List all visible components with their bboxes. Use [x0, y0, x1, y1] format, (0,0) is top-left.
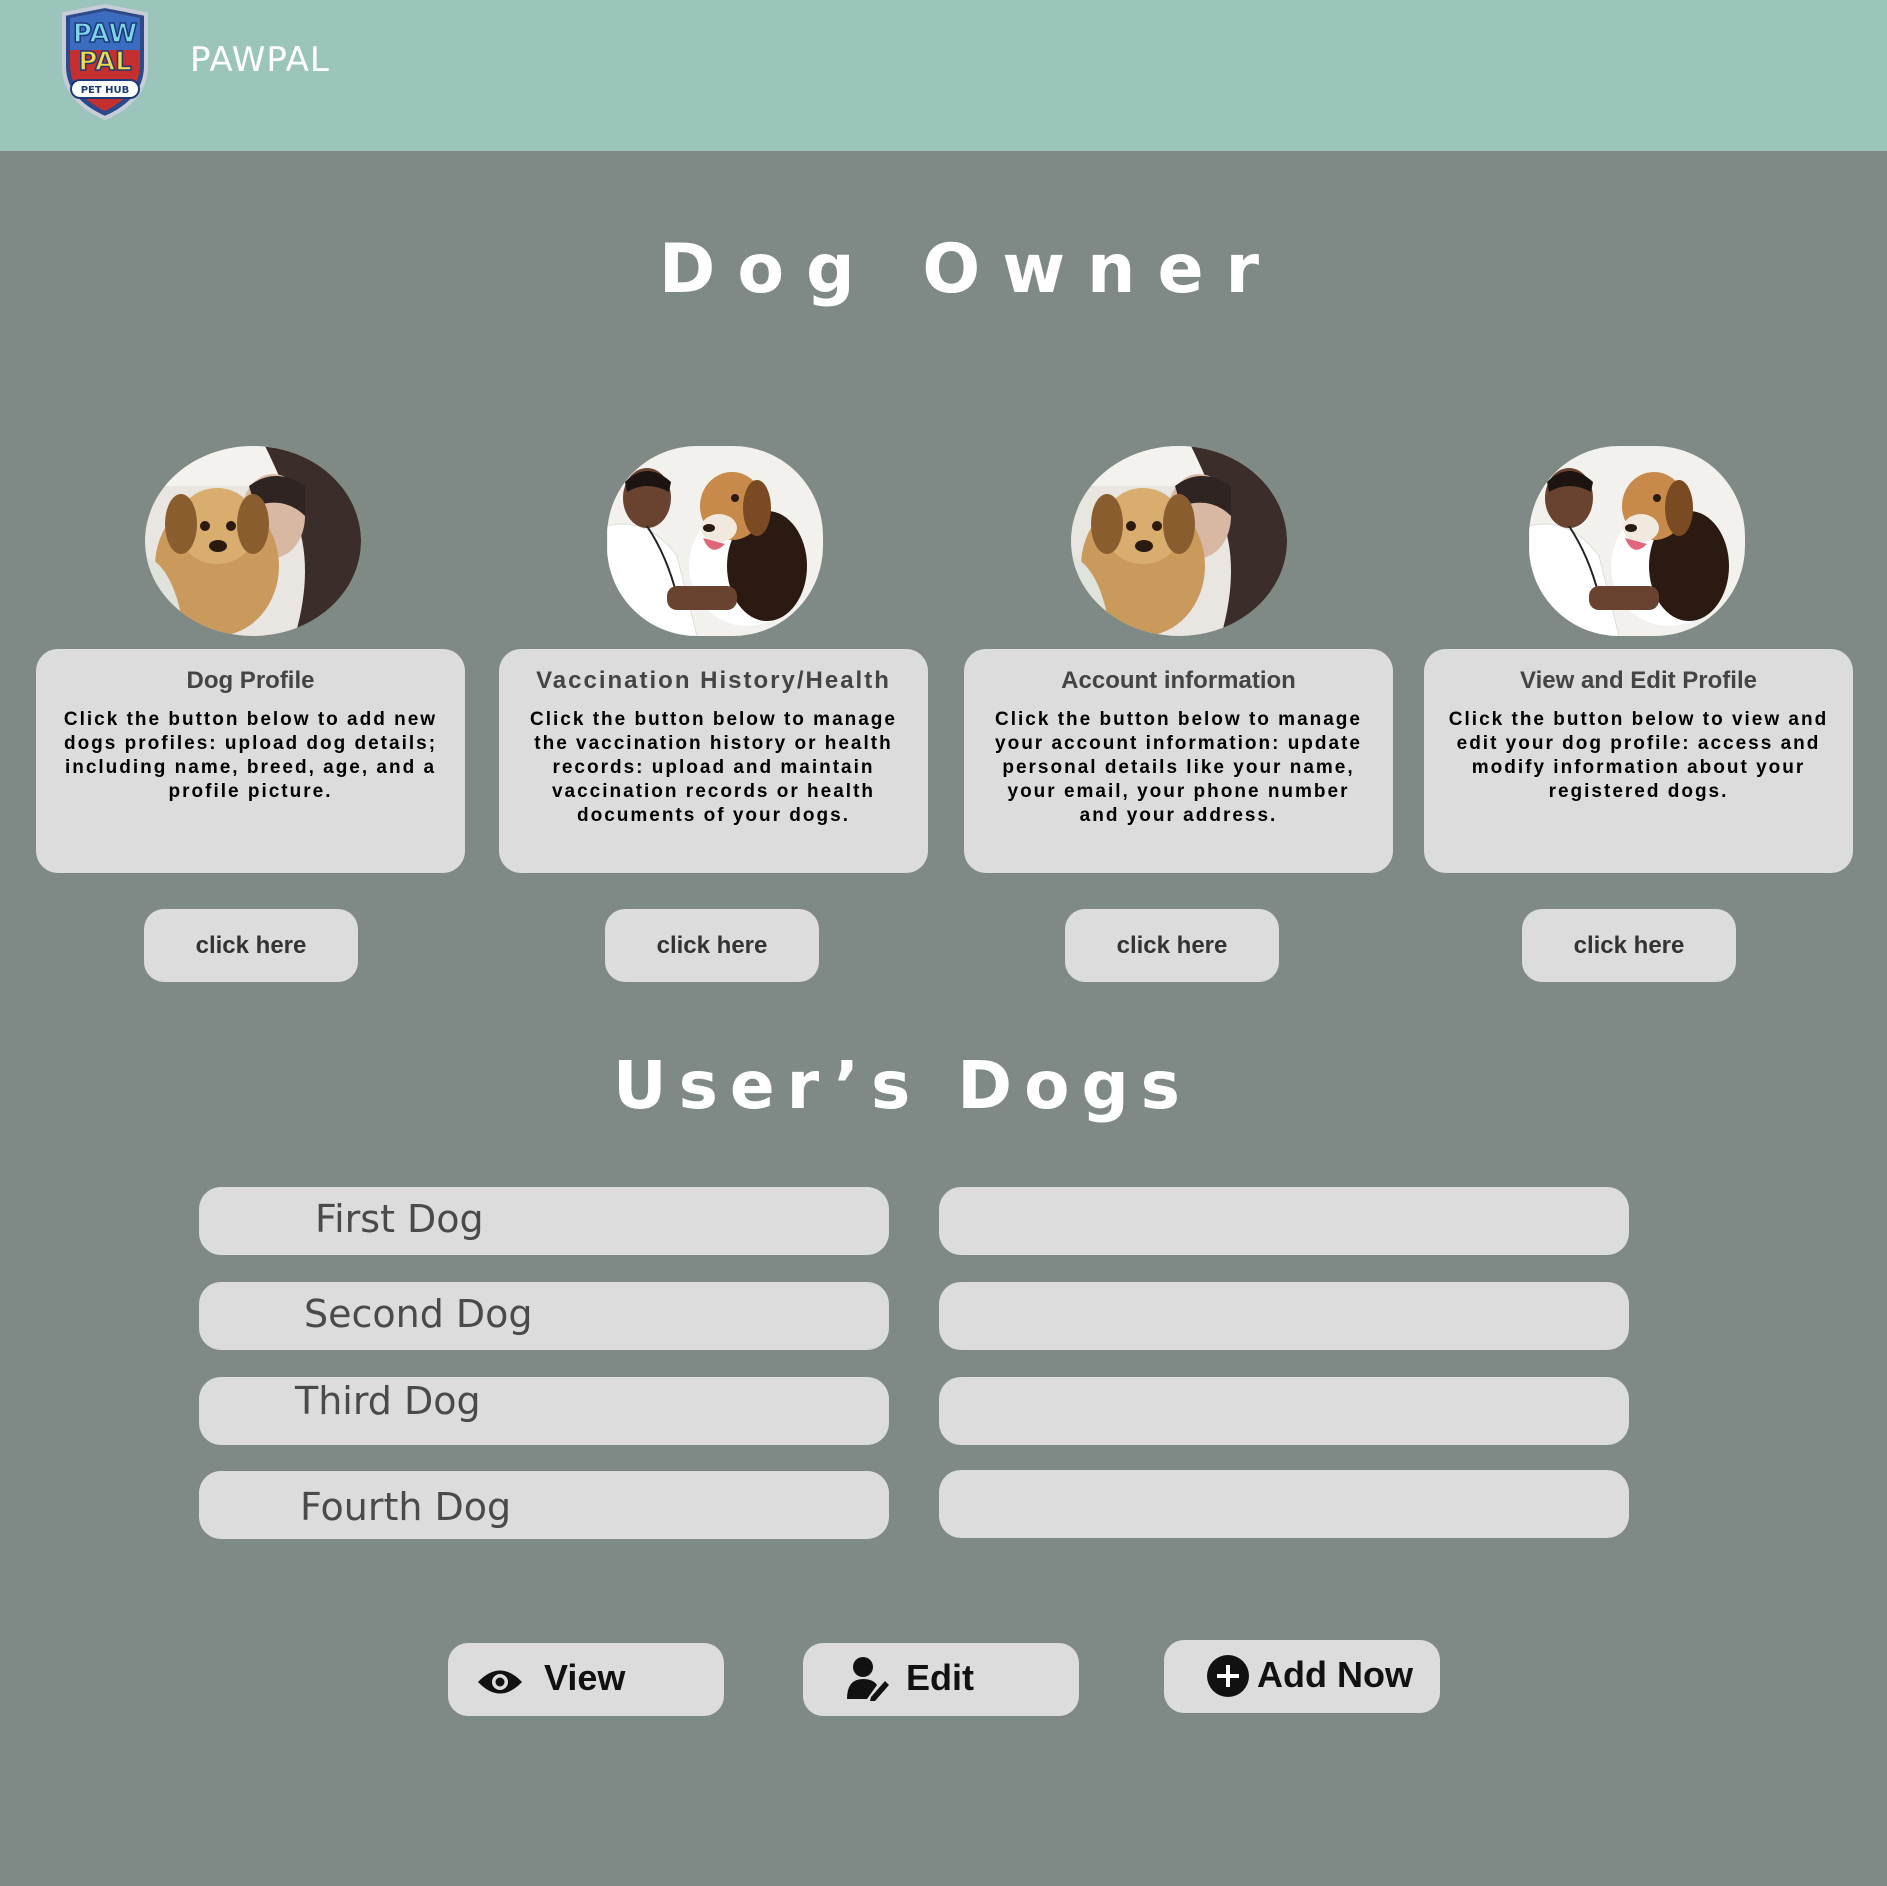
dog-name-field[interactable]: Fourth Dog	[199, 1471, 889, 1539]
card-dog-profile: Dog Profile Click the button below to ad…	[36, 649, 465, 873]
svg-text:PAW: PAW	[73, 19, 137, 49]
card-photo-edit-profile	[1529, 446, 1745, 636]
add-now-button[interactable]: Add Now	[1164, 1640, 1440, 1713]
card-photo-vaccination	[607, 446, 823, 636]
view-button[interactable]: View	[448, 1643, 724, 1716]
card-title: Dog Profile	[186, 667, 315, 694]
dog-name-field[interactable]: Third Dog	[199, 1377, 889, 1445]
plus-circle-icon	[1206, 1654, 1250, 1703]
edit-button[interactable]: Edit	[803, 1643, 1079, 1716]
eye-icon	[476, 1667, 524, 1702]
dog-detail-field[interactable]	[939, 1470, 1629, 1538]
edit-label: Edit	[906, 1657, 974, 1698]
dog-name-label: Second Dog	[304, 1292, 533, 1336]
dog-detail-field[interactable]	[939, 1282, 1629, 1350]
pawpal-logo[interactable]: PAW PAL PET HUB	[56, 3, 154, 122]
add-now-label: Add Now	[1257, 1654, 1413, 1695]
card-title: Vaccination History/Health	[536, 667, 891, 694]
page-title: Dog Owner	[658, 230, 1282, 309]
dog-name-field[interactable]: Second Dog	[199, 1282, 889, 1350]
card-photo-account	[1071, 446, 1287, 636]
card-title: View and Edit Profile	[1520, 667, 1757, 694]
dog-name-label: Third Dog	[295, 1379, 481, 1423]
card-photo-dog-profile	[145, 446, 361, 636]
view-label: View	[544, 1657, 626, 1698]
vaccination-button[interactable]: click here	[605, 909, 819, 982]
user-edit-icon	[845, 1655, 891, 1706]
dog-name-label: Fourth Dog	[300, 1485, 512, 1529]
dog-profile-button[interactable]: click here	[144, 909, 358, 982]
card-description: Click the button below to manage your ac…	[995, 709, 1362, 826]
account-info-button[interactable]: click here	[1065, 909, 1279, 982]
brand-name: PAWPAL	[190, 40, 330, 80]
dog-detail-field[interactable]	[939, 1187, 1629, 1255]
edit-profile-button[interactable]: click here	[1522, 909, 1736, 982]
svg-text:PET HUB: PET HUB	[81, 85, 130, 96]
dog-detail-field[interactable]	[939, 1377, 1629, 1445]
app-header: PAW PAL PET HUB PAWPAL	[0, 0, 1887, 151]
card-account: Account information Click the button bel…	[964, 649, 1393, 873]
svg-text:PAL: PAL	[78, 47, 131, 77]
card-vaccination: Vaccination History/Health Click the but…	[499, 649, 928, 873]
card-description: Click the button below to manage the vac…	[530, 709, 897, 826]
users-dogs-title: User’s Dogs	[613, 1047, 1192, 1124]
card-title: Account information	[1061, 667, 1296, 694]
card-description: Click the button below to view and edit …	[1448, 709, 1829, 802]
dog-name-field[interactable]: First Dog	[199, 1187, 889, 1255]
card-edit-profile: View and Edit Profile Click the button b…	[1424, 649, 1853, 873]
card-description: Click the button below to add new dogs p…	[63, 709, 438, 802]
dog-name-label: First Dog	[315, 1197, 484, 1241]
